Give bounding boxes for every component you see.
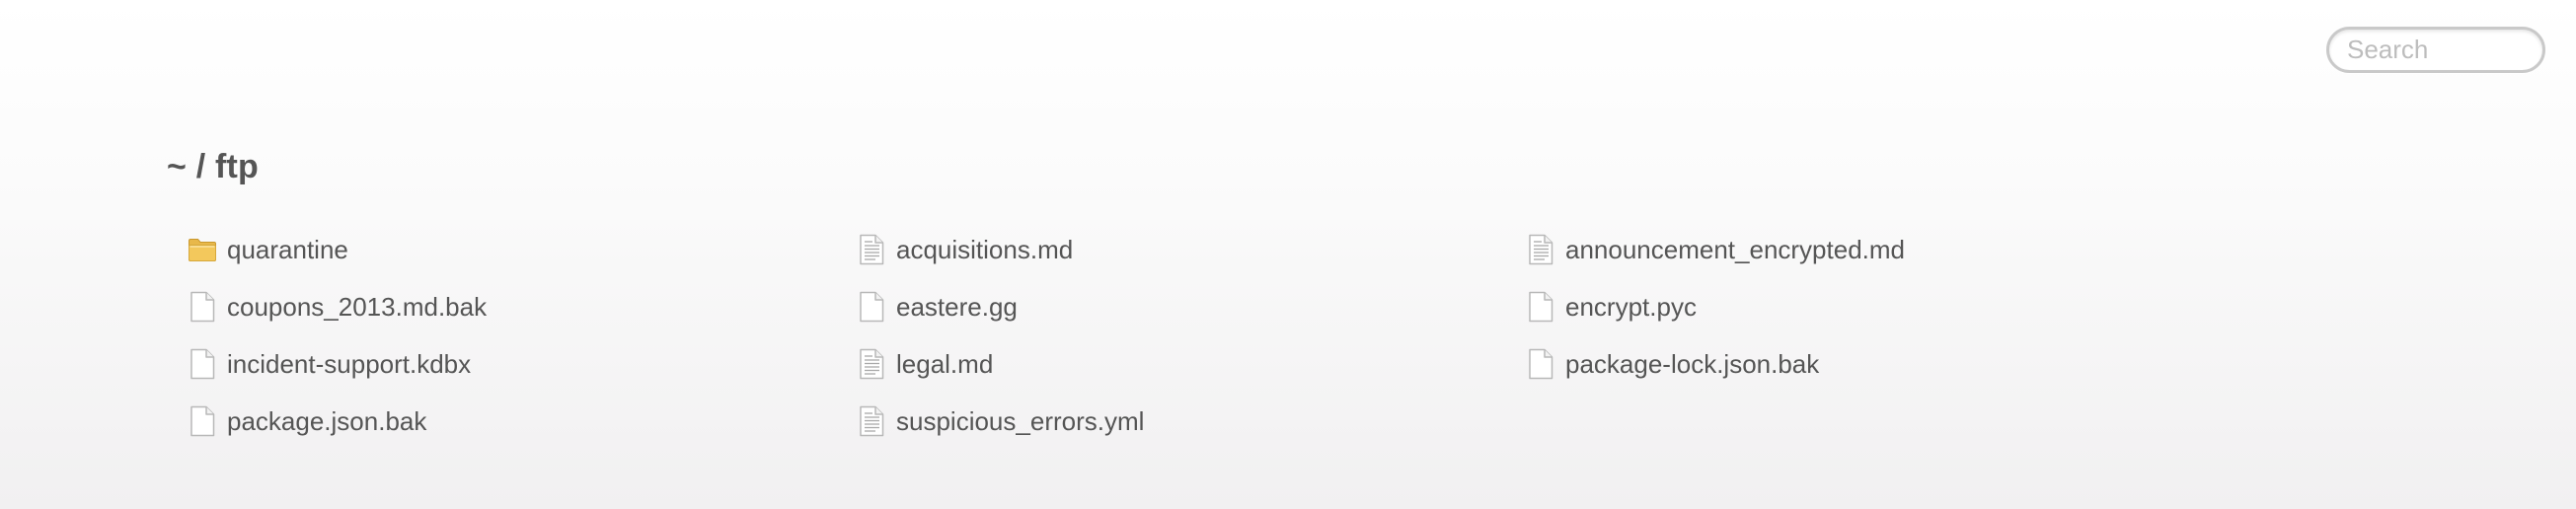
blank-file-icon [188,347,217,381]
file-name: announcement_encrypted.md [1565,234,1906,264]
file-name: package.json.bak [227,405,427,436]
file-item[interactable]: package-lock.json.bak [1526,340,2195,388]
file-item[interactable]: announcement_encrypted.md [1526,226,2195,273]
file-name: suspicious_errors.yml [896,405,1145,436]
file-item[interactable]: acquisitions.md [857,226,1526,273]
breadcrumb: ~ / ftp [167,148,260,185]
text-file-icon [1526,233,1555,266]
file-name: incident-support.kdbx [227,348,472,379]
file-name: acquisitions.md [896,234,1074,264]
blank-file-icon [857,290,886,324]
file-name: legal.md [896,348,994,379]
file-list: quarantine coupons_2013.md.bak incident-… [188,226,2201,455]
file-name: eastere.gg [896,291,1018,322]
file-item[interactable]: encrypt.pyc [1526,283,2195,330]
search-input[interactable] [2329,30,2542,70]
file-item[interactable]: package.json.bak [188,398,857,445]
blank-file-icon [188,404,217,438]
file-item[interactable]: incident-support.kdbx [188,340,857,388]
folder-icon [188,233,217,266]
file-item[interactable]: eastere.gg [857,283,1526,330]
file-item[interactable]: coupons_2013.md.bak [188,283,857,330]
blank-file-icon [1526,290,1555,324]
search-box[interactable] [2326,27,2545,73]
blank-file-icon [1526,347,1555,381]
file-item[interactable]: legal.md [857,340,1526,388]
text-file-icon [857,347,886,381]
text-file-icon [857,233,886,266]
file-name: encrypt.pyc [1565,291,1697,322]
blank-file-icon [188,290,217,324]
file-name: coupons_2013.md.bak [227,291,488,322]
file-name: quarantine [227,234,348,264]
file-name: package-lock.json.bak [1565,348,1820,379]
file-item[interactable]: suspicious_errors.yml [857,398,1526,445]
folder-item[interactable]: quarantine [188,226,857,273]
text-file-icon [857,404,886,438]
